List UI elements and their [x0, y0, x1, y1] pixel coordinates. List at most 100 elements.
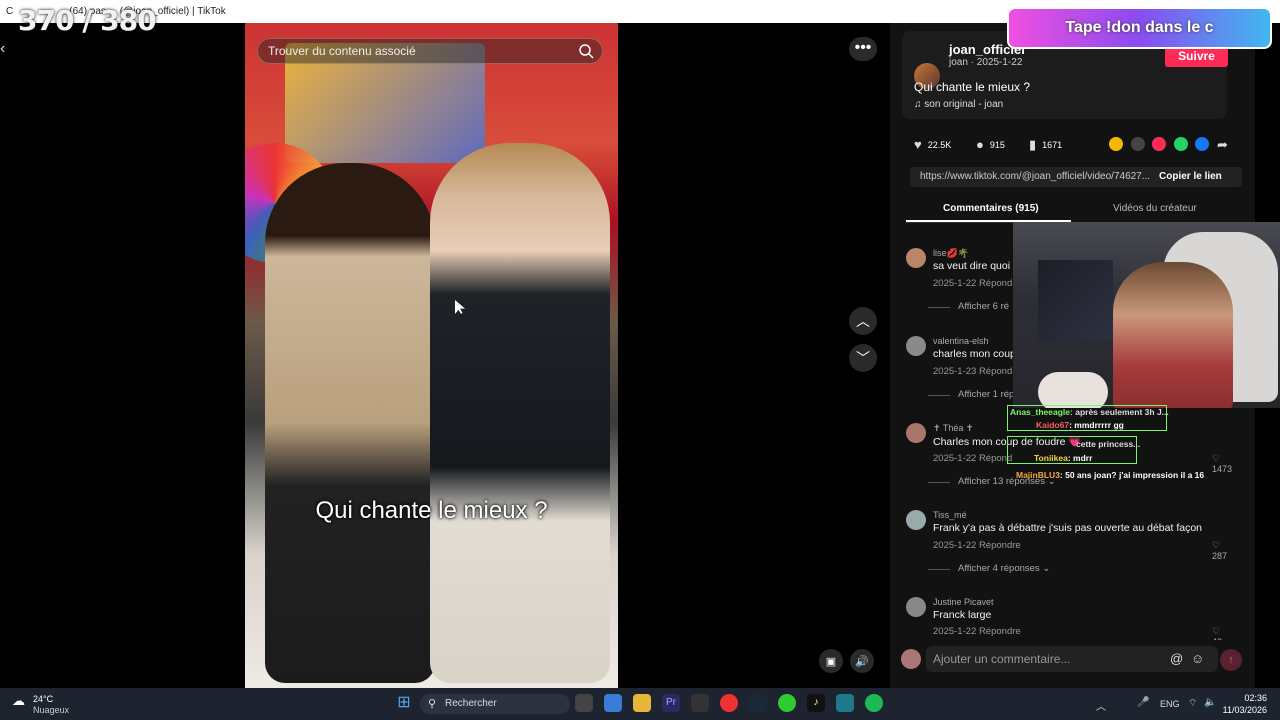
commenter-avatar[interactable]: [906, 336, 926, 356]
clock-time[interactable]: 02:36: [1222, 693, 1267, 703]
windows-start-icon[interactable]: ⊞: [395, 694, 413, 712]
commenter-avatar[interactable]: [906, 510, 926, 530]
chat-text: cette princess...: [1076, 439, 1141, 449]
music-title: son original - joan: [924, 99, 1004, 110]
task-view-icon[interactable]: [575, 694, 593, 712]
webcam-hand: [1038, 372, 1108, 408]
save-button[interactable]: ▮ 1671: [1029, 137, 1062, 153]
app-icon[interactable]: [691, 694, 709, 712]
comment-button[interactable]: ● 915: [976, 137, 1005, 152]
app-teal-icon[interactable]: [836, 694, 854, 712]
facebook-icon[interactable]: [1195, 137, 1209, 151]
like-button[interactable]: ♥ 22.5K: [914, 137, 951, 152]
bookmark-icon: ▮: [1029, 137, 1037, 152]
chat-message: Anas_theeagle: après seulement 3h J...: [1010, 407, 1169, 417]
chat-text: : mdrr: [1067, 453, 1093, 463]
widget-app-icon[interactable]: [604, 694, 622, 712]
search-label: Rechercher: [445, 698, 497, 709]
comment-meta[interactable]: 2025-1-22 Répondre: [933, 540, 1021, 551]
comment-icon: ●: [976, 137, 984, 152]
commenter-avatar[interactable]: [906, 423, 926, 443]
volume-icon[interactable]: 🔊: [850, 649, 874, 673]
chat-user: MajinBLU3: [1016, 470, 1060, 480]
pip-icon[interactable]: ▣: [819, 649, 843, 673]
taskbar-search-icon: ⚲: [428, 698, 437, 710]
comment-text: sa veut dire quoi p: [933, 260, 1019, 272]
post-description: Qui chante le mieux ?: [914, 80, 1031, 94]
previous-video-icon[interactable]: ︿: [849, 307, 877, 335]
comment-meta[interactable]: 2025-1-22 Répond: [933, 278, 1012, 289]
comment-likes[interactable]: ♡ 1473: [1212, 453, 1232, 474]
commenter-name[interactable]: lise💋🌴: [933, 248, 969, 259]
share-arrow-icon[interactable]: ➦: [1217, 137, 1228, 153]
comment-text: Franck large: [933, 609, 992, 621]
chat-text: : mmdrrrrr gg: [1069, 420, 1124, 430]
music-link[interactable]: ♫ son original - joan: [914, 99, 1003, 110]
person-right: [430, 143, 610, 683]
app-green-icon[interactable]: [778, 694, 796, 712]
wifi-icon[interactable]: ⌔: [1188, 697, 1197, 710]
comment-meta[interactable]: 2025-1-22 Répond: [933, 453, 1012, 464]
comment-text: Frank y'a pas à débattre j'suis pas ouve…: [933, 522, 1203, 534]
send-comment-icon[interactable]: ↑: [1220, 649, 1242, 671]
chat-message: Kaido67: mmdrrrrr gg: [1036, 420, 1124, 430]
tab-creator-videos[interactable]: Vidéos du créateur: [1113, 203, 1197, 214]
tray-chevron-icon[interactable]: ︿: [1096, 698, 1106, 713]
language-indicator[interactable]: ENG: [1160, 699, 1180, 709]
comment-count: 915: [989, 139, 1005, 150]
commenter-avatar[interactable]: [906, 597, 926, 617]
search-icon[interactable]: [578, 43, 594, 59]
tab-comments[interactable]: Commentaires (915): [943, 203, 1039, 214]
comment-likes[interactable]: ♡ 287: [1212, 540, 1227, 561]
taskbar-search[interactable]: Rechercher: [420, 694, 570, 714]
comment-meta[interactable]: 2025-1-23 Répond: [933, 366, 1012, 377]
commenter-name[interactable]: ✝ Théa ✝: [933, 423, 973, 434]
next-video-icon[interactable]: ﹀: [849, 344, 877, 372]
user-avatar: [901, 649, 921, 669]
save-count: 1671: [1042, 140, 1063, 150]
tiktok-icon[interactable]: ♪: [807, 694, 825, 712]
coin-share-icon[interactable]: [1109, 137, 1123, 151]
comment-meta[interactable]: 2025-1-22 Répondre: [933, 626, 1021, 637]
speaker-icon[interactable]: 🔈: [1204, 697, 1216, 708]
stream-counter: 370 / 380: [18, 4, 157, 37]
music-note-icon: ♫: [914, 99, 925, 110]
emoji-icon[interactable]: ☺: [1191, 651, 1204, 666]
creator-meta: joan · 2025-1-22: [949, 57, 1023, 68]
chat-message: cette princess...: [1076, 439, 1140, 449]
file-explorer-icon[interactable]: [633, 694, 651, 712]
video-caption: Qui chante le mieux ?: [315, 497, 548, 524]
show-replies-button[interactable]: Afficher 6 ré: [927, 301, 1009, 312]
commenter-name[interactable]: valentina-elsh: [933, 336, 989, 346]
commenter-name[interactable]: Justine Picavet: [933, 597, 994, 607]
chrome-icon[interactable]: [720, 694, 738, 712]
commenter-avatar[interactable]: [906, 248, 926, 268]
heart-icon: ♥: [914, 137, 922, 152]
weather-temp[interactable]: 24°C: [33, 694, 53, 704]
chat-user: Anas_theeagle:: [1010, 407, 1073, 417]
more-options-icon[interactable]: •••: [849, 37, 877, 61]
back-arrow-icon[interactable]: ‹: [0, 40, 5, 58]
search-related-input[interactable]: Trouver du contenu associé: [257, 38, 603, 64]
whatsapp-icon[interactable]: [1174, 137, 1188, 151]
clock-date[interactable]: 11/03/2026: [1222, 705, 1267, 715]
copy-link-button[interactable]: Copier le lien: [1159, 167, 1222, 187]
reload-icon[interactable]: C: [6, 6, 13, 17]
mention-icon[interactable]: @: [1170, 651, 1183, 666]
embed-icon[interactable]: [1131, 137, 1145, 151]
chat-user: Toniikea: [1034, 453, 1068, 463]
show-replies-button[interactable]: Afficher 1 répo: [928, 389, 1020, 400]
steam-icon[interactable]: [749, 694, 767, 712]
commenter-name[interactable]: Tiss_mé: [933, 510, 967, 520]
chat-message: MajinBLU3: 50 ans joan? j'ai impression …: [1016, 470, 1204, 480]
weather-icon[interactable]: ☁: [12, 693, 25, 709]
video-player[interactable]: Trouver du contenu associé Qui chante le…: [245, 23, 618, 688]
webcam-streamer: [1113, 262, 1233, 408]
chat-user: Kaido67: [1036, 420, 1070, 430]
microphone-icon[interactable]: 🎤: [1137, 697, 1149, 708]
show-replies-button[interactable]: Afficher 4 réponses ⌄: [927, 563, 1050, 574]
send-share-icon[interactable]: [1152, 137, 1166, 151]
premiere-pro-icon[interactable]: Pr: [662, 694, 680, 712]
comment-text: charles mon coup: [933, 348, 1016, 360]
spotify-icon[interactable]: [865, 694, 883, 712]
